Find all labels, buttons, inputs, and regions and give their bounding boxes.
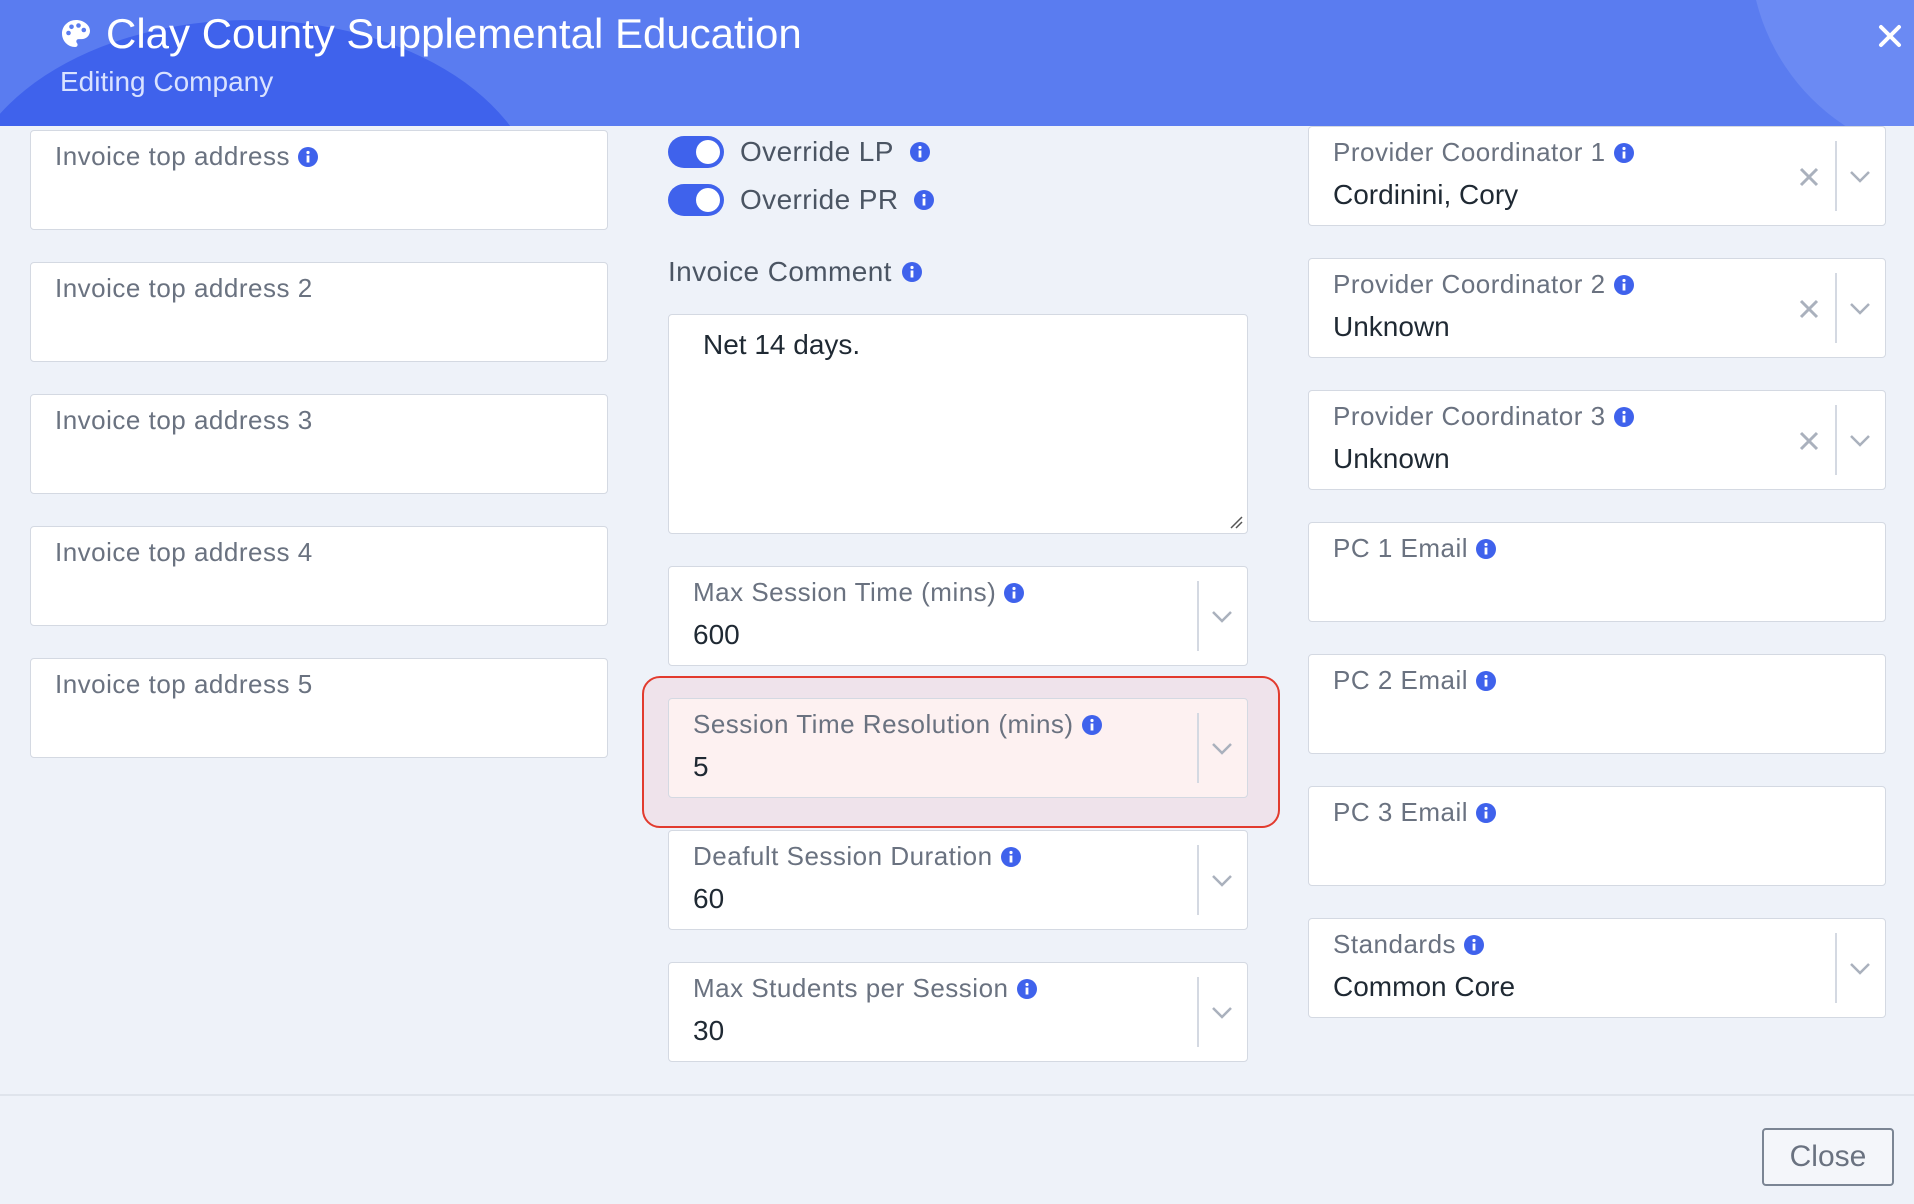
info-icon[interactable]	[1613, 142, 1634, 163]
info-icon[interactable]	[1476, 802, 1497, 823]
pc-1-email-field[interactable]: PC 1 Email	[1308, 522, 1886, 622]
info-icon[interactable]	[1004, 582, 1025, 603]
field-label: PC 3 Email	[1333, 797, 1497, 828]
select-divider	[1197, 581, 1199, 651]
provider-coordinator-1-select[interactable]: Provider Coordinator 1 Cordinini, Cory	[1308, 126, 1886, 226]
chevron-down-icon[interactable]	[1847, 295, 1873, 321]
pc-2-email-field[interactable]: PC 2 Email	[1308, 654, 1886, 754]
select-divider	[1835, 141, 1837, 211]
field-label: Provider Coordinator 1	[1333, 137, 1634, 168]
modal-subtitle: Editing Company	[60, 66, 274, 97]
chevron-down-icon[interactable]	[1847, 163, 1873, 189]
select-divider	[1197, 977, 1199, 1047]
close-button[interactable]: Close	[1762, 1128, 1894, 1186]
session-time-resolution-select[interactable]: Session Time Resolution (mins) 5	[668, 698, 1248, 798]
select-value: 5	[693, 751, 709, 782]
override-pr-toggle[interactable]	[668, 184, 724, 216]
override-lp-toggle[interactable]	[668, 136, 724, 168]
info-icon[interactable]	[1081, 714, 1102, 735]
provider-coordinator-3-select[interactable]: Provider Coordinator 3 Unknown	[1308, 390, 1886, 490]
select-divider	[1197, 713, 1199, 783]
field-label: Session Time Resolution (mins)	[693, 709, 1102, 740]
info-icon[interactable]	[909, 142, 930, 162]
invoice-comment-label: Invoice Comment	[668, 256, 922, 288]
invoice-top-address-4-field[interactable]: Invoice top address 4	[30, 526, 608, 626]
field-label: PC 2 Email	[1333, 665, 1497, 696]
chevron-down-icon[interactable]	[1209, 603, 1235, 629]
field-label: Standards	[1333, 929, 1485, 960]
override-lp-toggle-row: Override LP	[668, 136, 930, 168]
info-icon[interactable]	[1000, 846, 1021, 867]
toggle-label: Override LP	[740, 136, 894, 167]
select-value: 60	[693, 883, 725, 914]
toggle-knob	[696, 188, 720, 212]
info-icon[interactable]	[1016, 978, 1037, 999]
field-label: PC 1 Email	[1333, 533, 1497, 564]
select-value: Common Core	[1333, 971, 1516, 1002]
default-session-duration-select[interactable]: Deafult Session Duration 60	[668, 830, 1248, 930]
field-label: Max Students per Session	[693, 973, 1037, 1004]
select-divider	[1835, 405, 1837, 475]
field-label: Invoice top address 5	[55, 669, 313, 699]
clear-icon[interactable]	[1797, 429, 1821, 453]
company-name: Clay County Supplemental Education	[106, 10, 802, 57]
info-icon[interactable]	[914, 190, 935, 210]
invoice-top-address-5-field[interactable]: Invoice top address 5	[30, 658, 608, 758]
clear-icon[interactable]	[1797, 297, 1821, 321]
invoice-top-address-3-field[interactable]: Invoice top address 3	[30, 394, 608, 494]
field-label: Max Session Time (mins)	[693, 577, 1025, 608]
field-label: Invoice top address 2	[55, 273, 313, 303]
field-label: Invoice top address 3	[55, 405, 313, 435]
modal-header: Clay County Supplemental Education Editi…	[0, 0, 1914, 126]
palette-icon	[62, 20, 90, 47]
modal-title: Clay County Supplemental Education	[60, 8, 802, 60]
clear-icon[interactable]	[1797, 165, 1821, 189]
info-icon[interactable]	[1613, 406, 1634, 427]
max-students-per-session-select[interactable]: Max Students per Session 30	[668, 962, 1248, 1062]
footer-divider	[0, 1094, 1914, 1096]
select-value: Unknown	[1333, 443, 1450, 474]
close-icon[interactable]	[1870, 16, 1910, 56]
select-divider	[1835, 273, 1837, 343]
toggle-knob	[696, 140, 720, 164]
resize-handle-icon[interactable]	[1229, 515, 1243, 529]
info-icon[interactable]	[297, 146, 318, 167]
info-icon[interactable]	[1476, 670, 1497, 691]
info-icon[interactable]	[1613, 274, 1634, 295]
invoice-comment-text: Net 14 days.	[703, 329, 861, 360]
invoice-comment-textarea[interactable]: Net 14 days.	[668, 314, 1248, 534]
info-icon[interactable]	[901, 262, 922, 282]
chevron-down-icon[interactable]	[1209, 867, 1235, 893]
info-icon[interactable]	[1464, 934, 1485, 955]
select-value: Cordinini, Cory	[1333, 179, 1519, 210]
override-pr-toggle-row: Override PR	[668, 184, 935, 216]
chevron-down-icon[interactable]	[1209, 999, 1235, 1025]
select-divider	[1835, 933, 1837, 1003]
field-label: Provider Coordinator 3	[1333, 401, 1634, 432]
chevron-down-icon[interactable]	[1847, 427, 1873, 453]
invoice-top-address-field[interactable]: Invoice top address	[30, 130, 608, 230]
field-label: Provider Coordinator 2	[1333, 269, 1634, 300]
select-value: Unknown	[1333, 311, 1450, 342]
max-session-time-select[interactable]: Max Session Time (mins) 600	[668, 566, 1248, 666]
chevron-down-icon[interactable]	[1209, 735, 1235, 761]
standards-select[interactable]: Standards Common Core	[1308, 918, 1886, 1018]
invoice-top-address-2-field[interactable]: Invoice top address 2	[30, 262, 608, 362]
field-label: Deafult Session Duration	[693, 841, 1021, 872]
select-value: 600	[693, 619, 740, 650]
pc-3-email-field[interactable]: PC 3 Email	[1308, 786, 1886, 886]
field-label: Invoice top address 4	[55, 537, 313, 567]
chevron-down-icon[interactable]	[1847, 955, 1873, 981]
select-value: 30	[693, 1015, 725, 1046]
provider-coordinator-2-select[interactable]: Provider Coordinator 2 Unknown	[1308, 258, 1886, 358]
toggle-label: Override PR	[740, 184, 899, 215]
field-label: Invoice top address	[55, 141, 318, 172]
info-icon[interactable]	[1476, 538, 1497, 559]
select-divider	[1197, 845, 1199, 915]
